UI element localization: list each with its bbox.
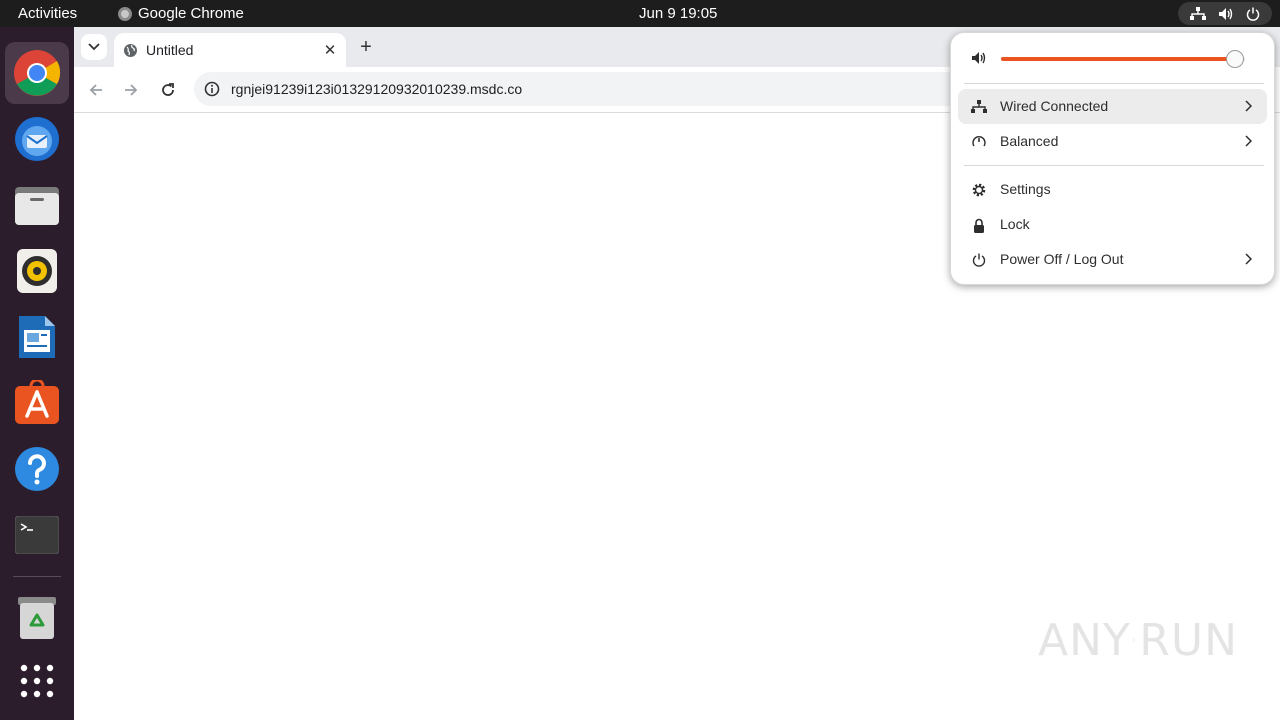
tab-search-button[interactable]	[81, 34, 107, 60]
menu-item-power-off[interactable]: Power Off / Log Out	[958, 242, 1267, 277]
reload-button[interactable]	[156, 78, 180, 102]
new-tab-button[interactable]: +	[354, 35, 378, 59]
chevron-right-icon	[1240, 97, 1256, 115]
dock	[0, 27, 74, 720]
globe-icon	[124, 44, 137, 57]
network-icon	[1190, 6, 1206, 21]
tab-title: Untitled	[146, 42, 194, 58]
app-menu-label: Google Chrome	[138, 5, 244, 22]
help-icon	[15, 447, 59, 491]
top-bar: Activities Google Chrome Jun 9 19:05	[0, 0, 1280, 27]
anyrun-watermark: ANY RUN	[1038, 607, 1238, 673]
lock-icon	[970, 216, 988, 234]
chrome-icon	[14, 50, 61, 96]
volume-icon	[1218, 7, 1234, 21]
menu-item-label: Wired Connected	[1000, 98, 1109, 114]
menu-item-balanced[interactable]: Balanced	[958, 124, 1267, 159]
power-mode-icon	[970, 133, 988, 151]
forward-button[interactable]	[119, 78, 143, 102]
dock-chrome[interactable]	[5, 42, 69, 104]
software-icon	[15, 380, 59, 424]
dock-rhythmbox[interactable]	[5, 240, 69, 302]
volume-row	[951, 33, 1276, 83]
files-icon	[15, 187, 59, 225]
menu-item-label: Lock	[1000, 216, 1030, 232]
dock-software[interactable]	[5, 372, 69, 434]
chrome-small-icon	[118, 6, 132, 21]
rhythmbox-icon	[17, 249, 57, 293]
quick-settings-menu: Wired Connected Balanced Settings Lock P…	[950, 32, 1275, 285]
dock-trash[interactable]	[5, 587, 69, 649]
menu-item-wired-connected[interactable]: Wired Connected	[958, 89, 1267, 124]
chevron-down-icon	[88, 43, 100, 51]
menu-item-label: Settings	[1000, 181, 1051, 197]
dock-writer[interactable]	[5, 306, 69, 368]
url-text[interactable]: rgnjei91239i123i01329120932010239.msdc.c…	[231, 81, 522, 97]
tab-close-button[interactable]: ✕	[321, 41, 339, 59]
thunderbird-icon	[15, 117, 59, 161]
menu-separator	[964, 83, 1264, 84]
system-tray[interactable]	[1178, 2, 1272, 25]
dock-show-apps[interactable]	[5, 650, 69, 712]
network-icon	[970, 98, 988, 116]
watermark-text-left: ANY	[1038, 614, 1131, 666]
power-icon	[1246, 7, 1260, 21]
dock-terminal[interactable]	[5, 504, 69, 566]
power-icon	[970, 251, 988, 269]
clock[interactable]: Jun 9 19:05	[639, 5, 717, 22]
back-button[interactable]	[84, 78, 108, 102]
gear-icon	[970, 181, 988, 199]
chevron-right-icon	[1240, 132, 1256, 150]
menu-item-settings[interactable]: Settings	[958, 172, 1267, 207]
menu-separator	[964, 165, 1264, 166]
menu-item-lock[interactable]: Lock	[958, 207, 1267, 242]
dock-thunderbird[interactable]	[5, 108, 69, 170]
dock-help[interactable]	[5, 438, 69, 500]
arrow-left-icon	[89, 84, 102, 96]
activities-button[interactable]: Activities	[18, 5, 77, 22]
volume-slider[interactable]	[1001, 50, 1245, 68]
chevron-right-icon	[1240, 250, 1256, 268]
volume-icon	[972, 52, 986, 64]
reload-icon	[162, 83, 174, 96]
writer-icon	[19, 316, 55, 358]
arrow-right-icon	[125, 84, 138, 96]
menu-item-label: Power Off / Log Out	[1000, 251, 1124, 267]
trash-icon	[18, 597, 56, 639]
volume-slider-knob[interactable]	[1226, 50, 1245, 68]
volume-slider-fill	[1001, 57, 1236, 61]
app-grid-icon	[20, 664, 54, 698]
info-icon[interactable]	[204, 81, 220, 97]
play-logo-icon	[1133, 637, 1138, 643]
terminal-icon	[15, 516, 59, 554]
tab-untitled[interactable]: Untitled ✕	[114, 33, 346, 67]
dock-separator	[13, 576, 61, 577]
watermark-text-right: RUN	[1139, 614, 1238, 666]
app-menu[interactable]: Google Chrome	[118, 5, 244, 22]
menu-item-label: Balanced	[1000, 133, 1059, 149]
dock-files[interactable]	[5, 174, 69, 236]
